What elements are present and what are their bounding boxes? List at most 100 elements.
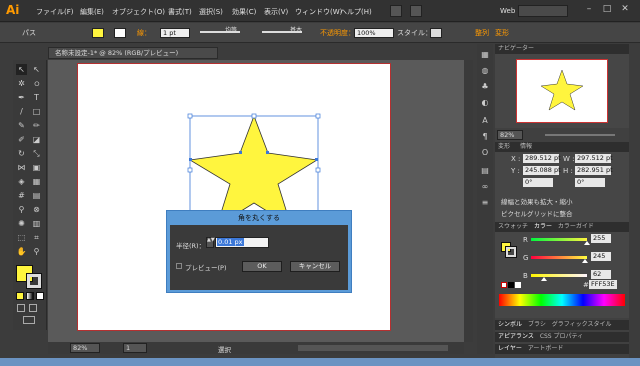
stroke-color-swatch[interactable]: [26, 273, 42, 289]
gradient-tool-icon[interactable]: ▤: [31, 190, 42, 201]
stroke-label[interactable]: 線：: [137, 28, 151, 38]
paragraph-panel-icon[interactable]: ¶: [479, 132, 491, 141]
character-panel-icon[interactable]: A: [479, 116, 491, 125]
artboard-number-field[interactable]: 1: [123, 343, 147, 353]
width-tool-icon[interactable]: ⋈: [16, 162, 27, 173]
stroke-panel-icon[interactable]: ≡: [479, 198, 491, 207]
blob-brush-tool-icon[interactable]: ✐: [16, 134, 27, 145]
search-field[interactable]: [518, 5, 568, 17]
pen-tool-icon[interactable]: ✒: [16, 92, 27, 103]
w-field[interactable]: 297.512 pt: [575, 154, 613, 163]
artboard-tool-icon[interactable]: ⬚: [16, 232, 27, 243]
rectangle-tool-icon[interactable]: □: [31, 106, 42, 117]
menu-file[interactable]: ファイル(F): [36, 7, 74, 17]
blend-tool-icon[interactable]: ⊗: [31, 204, 42, 215]
align-panel-icon[interactable]: ▤: [479, 166, 491, 175]
scale-strokes-option[interactable]: 線幅と効果も拡大・縮小: [501, 196, 573, 206]
close-icon[interactable]: ✕: [616, 4, 634, 14]
horizontal-scrollbar[interactable]: [298, 345, 448, 351]
pencil-tool-icon[interactable]: ✏: [31, 120, 42, 131]
r-slider[interactable]: [531, 238, 587, 241]
g-slider[interactable]: [531, 256, 587, 259]
none-mode-icon[interactable]: [36, 292, 44, 300]
preview-label[interactable]: プレビュー(P): [185, 262, 227, 272]
navigator-zoom-slider[interactable]: [545, 134, 615, 136]
eraser-tool-icon[interactable]: ◪: [31, 134, 42, 145]
r-slider-thumb[interactable]: [584, 241, 590, 245]
pixel-grid-option[interactable]: ピクセルグリッドに整合: [501, 208, 573, 218]
stroke-swatch[interactable]: [114, 28, 126, 38]
symbol-sprayer-tool-icon[interactable]: ✺: [16, 218, 27, 229]
slice-tool-icon[interactable]: ⌗: [31, 232, 42, 243]
r-field[interactable]: 255: [591, 234, 611, 243]
rotate-field[interactable]: 0°: [523, 178, 553, 187]
screen-mode-icon[interactable]: [23, 316, 35, 324]
b-slider[interactable]: [531, 274, 587, 277]
g-slider-thumb[interactable]: [581, 259, 588, 263]
hex-field[interactable]: FFF53E: [589, 280, 617, 289]
shape-builder-tool-icon[interactable]: ◈: [16, 176, 27, 187]
eyedropper-tool-icon[interactable]: ⚲: [16, 204, 27, 215]
color-stroke-swatch[interactable]: [505, 246, 517, 258]
tab-brushes[interactable]: ブラシ: [528, 321, 546, 328]
rotate-tool-icon[interactable]: ↻: [16, 148, 27, 159]
b-slider-thumb[interactable]: [541, 277, 548, 281]
arrange-documents-icon[interactable]: [410, 5, 422, 17]
scale-tool-icon[interactable]: ⤡: [31, 148, 42, 159]
magic-wand-tool-icon[interactable]: ✲: [16, 78, 27, 89]
vertical-scrollbar[interactable]: [464, 60, 473, 342]
cancel-button[interactable]: キャンセル: [290, 261, 340, 272]
color-mode-icon[interactable]: [16, 292, 24, 300]
preview-checkbox[interactable]: [176, 263, 182, 269]
selection-tool-icon[interactable]: ↖: [16, 64, 27, 75]
tab-swatches[interactable]: スウォッチ: [498, 223, 528, 230]
color-spectrum[interactable]: [499, 294, 625, 306]
h-field[interactable]: 282.951 pt: [575, 166, 613, 175]
line-tool-icon[interactable]: /: [16, 106, 27, 117]
tab-color[interactable]: カラー: [534, 223, 552, 230]
menu-effect[interactable]: 効果(C): [232, 7, 256, 17]
mesh-tool-icon[interactable]: #: [16, 190, 27, 201]
radius-input[interactable]: 0.01 px: [215, 237, 269, 248]
perspective-grid-tool-icon[interactable]: ▦: [31, 176, 42, 187]
white-color-icon[interactable]: [515, 282, 521, 288]
tab-layers[interactable]: レイヤー: [498, 345, 522, 352]
brushes-panel-icon[interactable]: ♣: [479, 82, 491, 91]
menu-edit[interactable]: 編集(E): [80, 7, 104, 17]
tab-appearance[interactable]: アピアランス: [498, 333, 534, 340]
paintbrush-tool-icon[interactable]: ✎: [16, 120, 27, 131]
y-field[interactable]: 245.088 pt: [523, 166, 561, 175]
transform-link[interactable]: 変形: [495, 28, 509, 38]
type-tool-icon[interactable]: T: [31, 92, 42, 103]
menu-window[interactable]: ウィンドウ(W): [295, 7, 342, 17]
radius-stepper[interactable]: ▲▼: [206, 237, 215, 248]
opentype-panel-icon[interactable]: O: [479, 148, 491, 157]
star-artwork[interactable]: [180, 108, 330, 226]
g-field[interactable]: 245: [591, 252, 611, 261]
swatches-panel-icon[interactable]: ◍: [479, 66, 491, 75]
tab-info[interactable]: 情報: [520, 143, 532, 150]
zoom-field[interactable]: 82%: [70, 343, 100, 353]
navigator-zoom-field[interactable]: 82%: [497, 130, 523, 140]
align-link[interactable]: 整列: [475, 28, 489, 38]
symbols-panel-icon[interactable]: ◐: [479, 98, 491, 107]
hand-tool-icon[interactable]: ✋: [16, 246, 27, 257]
zoom-tool-icon[interactable]: ⚲: [31, 246, 42, 257]
navigator-thumbnail[interactable]: [516, 59, 608, 123]
b-field[interactable]: 62: [591, 270, 611, 279]
none-color-icon[interactable]: [501, 282, 507, 288]
tab-navigator[interactable]: ナビゲーター: [498, 45, 534, 52]
tab-transform[interactable]: 変形: [498, 143, 510, 150]
graph-tool-icon[interactable]: ▥: [31, 218, 42, 229]
free-transform-tool-icon[interactable]: ▣: [31, 162, 42, 173]
x-field[interactable]: 289.512 pt: [523, 154, 561, 163]
tab-css-properties[interactable]: CSS プロパティ: [540, 333, 583, 340]
menu-view[interactable]: 表示(V): [264, 7, 288, 17]
tab-color-guide[interactable]: カラーガイド: [558, 223, 594, 230]
black-color-icon[interactable]: [508, 282, 514, 288]
shear-field[interactable]: 0°: [575, 178, 605, 187]
maximize-icon[interactable]: □: [598, 4, 616, 14]
draw-behind-icon[interactable]: [29, 304, 37, 312]
workspace-switcher[interactable]: Web: [500, 7, 515, 15]
menu-object[interactable]: オブジェクト(O): [112, 7, 165, 17]
